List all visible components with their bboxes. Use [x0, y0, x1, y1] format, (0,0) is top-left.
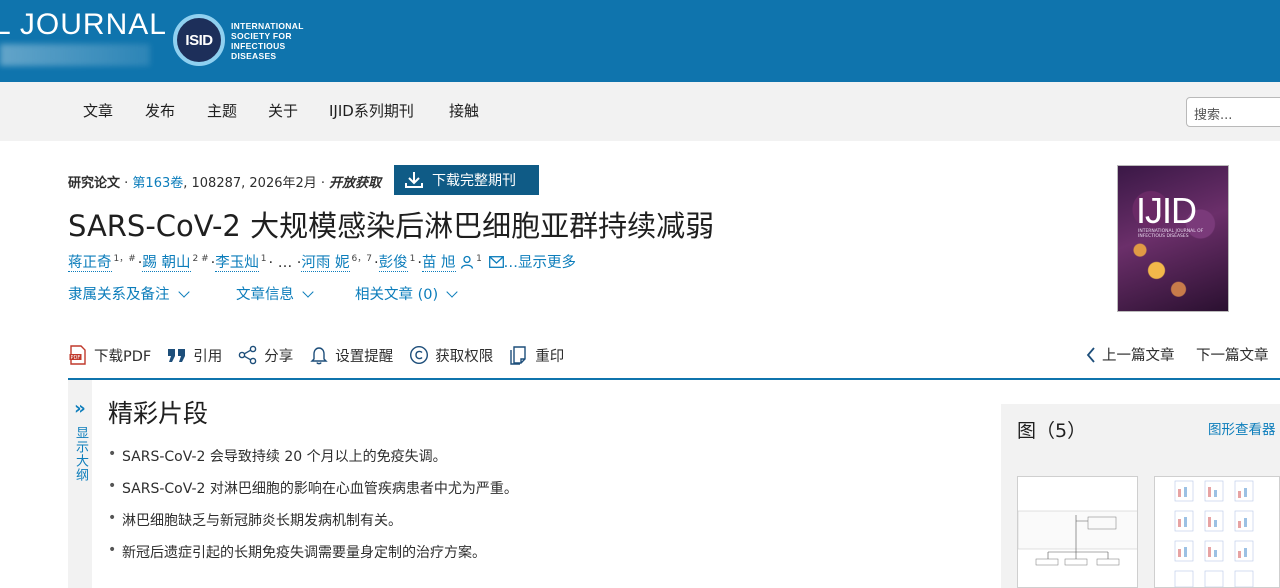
- highlight-item: 新冠后遗症引起的长期免疫失调需要量身定制的治疗方案。: [108, 542, 518, 574]
- article-info-toggle[interactable]: 文章信息: [236, 283, 314, 304]
- figures-panel: 图（5） 图形查看器: [1001, 404, 1280, 588]
- show-outline-label[interactable]: 显示大纲: [71, 426, 90, 482]
- copyright-icon: [409, 345, 429, 365]
- author-affiliation[interactable]: 6，7: [352, 254, 372, 264]
- highlight-item: SARS-CoV-2 会导致持续 20 个月以上的免疫失调。: [108, 446, 518, 478]
- article-meta: 研究论文 · 第163卷, 108287, 2026年2月 · 开放获取: [68, 172, 381, 191]
- author-link[interactable]: 河雨 妮: [301, 255, 350, 272]
- pdf-icon: PDF: [68, 345, 88, 365]
- cover-title: IJID: [1136, 190, 1197, 231]
- set-alert-label: 设置提醒: [335, 348, 394, 365]
- journal-banner: L JOURNAL ISID INTERNATIONAL SOCIETY FOR…: [0, 0, 1280, 82]
- next-article-label: 下一篇文章: [1196, 348, 1269, 364]
- author-affiliation[interactable]: 1: [261, 254, 267, 264]
- author-link[interactable]: 李玉灿: [215, 255, 259, 272]
- envelope-icon[interactable]: [488, 256, 504, 268]
- person-icon[interactable]: [460, 255, 474, 269]
- download-full-issue-button[interactable]: 下载完整期刊: [394, 165, 539, 195]
- nav-item-topics[interactable]: 主题: [207, 100, 237, 121]
- download-full-issue-label: 下载完整期刊: [432, 173, 516, 189]
- author-ellipsis: …: [277, 255, 293, 271]
- article-info-toggle-label: 文章信息: [236, 287, 294, 303]
- author-affiliation[interactable]: 2 #: [193, 254, 209, 264]
- highlights-heading: 精彩片段: [108, 399, 209, 428]
- previous-article-label: 上一篇文章: [1102, 348, 1175, 364]
- journal-wordmark-subtitle: [0, 44, 150, 66]
- get-permissions-label: 获取权限: [435, 348, 494, 365]
- cover-subtitle: INTERNATIONAL JOURNAL OF INFECTIOUS DISE…: [1138, 229, 1204, 239]
- reprint-button[interactable]: 重印: [509, 345, 564, 366]
- chevron-down-icon: [446, 285, 458, 298]
- author-list: 蒋正奇 1，# ·踢 朝山 2 # ·李玉灿 1 · … ·河雨 妮 6，7 ·彭俊 1 ·苗 旭 …: [68, 254, 577, 272]
- reprint-icon: [509, 345, 529, 365]
- author-affiliation[interactable]: 1: [476, 254, 482, 264]
- share-icon: [238, 345, 258, 365]
- nav-item-publish[interactable]: 发布: [145, 100, 175, 121]
- next-article-link[interactable]: 下一篇文章: [1196, 344, 1269, 365]
- highlights-list: SARS-CoV-2 会导致持续 20 个月以上的免疫失调。 SARS-CoV-…: [108, 446, 518, 574]
- chevron-down-icon: [302, 285, 314, 298]
- quote-icon: [167, 345, 187, 365]
- article-toolbar: PDF 下载PDF 引用 分享 设置提醒 获取权限 重印: [68, 342, 580, 368]
- article-title: SARS-CoV-2 大规模感染后淋巴细胞亚群持续减弱: [68, 209, 715, 243]
- author-link[interactable]: 踢 朝山: [142, 255, 191, 272]
- related-articles-toggle-label: 相关文章 (0): [355, 287, 439, 303]
- author-affiliation[interactable]: 1，#: [114, 254, 136, 264]
- journal-cover[interactable]: IJID INTERNATIONAL JOURNAL OF INFECTIOUS…: [1117, 165, 1229, 312]
- outline-rail[interactable]: » 显示大纲: [68, 380, 92, 588]
- cite-label: 引用: [193, 348, 223, 365]
- article-citation: , 108287, 2026年2月 ·: [183, 176, 330, 191]
- affiliations-toggle[interactable]: 隶属关系及备注: [68, 283, 190, 304]
- figure-thumbnail[interactable]: [1017, 476, 1138, 588]
- show-more-authors[interactable]: …显示更多: [504, 255, 577, 271]
- download-icon: [405, 172, 423, 188]
- download-pdf-button[interactable]: PDF 下载PDF: [68, 345, 151, 366]
- meta-separator: ·: [120, 176, 133, 191]
- previous-article-link[interactable]: 上一篇文章: [1086, 344, 1175, 365]
- svg-text:PDF: PDF: [71, 355, 81, 361]
- volume-link[interactable]: 第163卷: [132, 176, 183, 191]
- figure-viewer-link[interactable]: 图形查看器: [1208, 418, 1276, 438]
- author-link[interactable]: 彭俊: [378, 255, 408, 272]
- toolbar-divider: [68, 378, 1280, 380]
- main-nav: 文章 发布 主题 关于 IJID系列期刊 接触: [0, 82, 1280, 141]
- author-link[interactable]: 苗 旭: [421, 255, 456, 272]
- figures-heading: 图（5）: [1017, 420, 1087, 442]
- figure-thumbnail[interactable]: [1154, 476, 1280, 588]
- reprint-label: 重印: [535, 348, 565, 365]
- isid-logo[interactable]: ISID: [173, 14, 225, 66]
- cite-button[interactable]: 引用: [167, 345, 222, 366]
- share-label: 分享: [264, 348, 294, 365]
- double-chevron-right-icon[interactable]: »: [68, 398, 92, 419]
- affiliations-toggle-label: 隶属关系及备注: [68, 287, 170, 303]
- isid-logo-text: ISID: [185, 31, 213, 49]
- nav-item-articles[interactable]: 文章: [83, 100, 113, 121]
- share-button[interactable]: 分享: [238, 345, 293, 366]
- chevron-left-icon: [1086, 346, 1095, 363]
- nav-item-ijid-series[interactable]: IJID系列期刊: [329, 100, 414, 121]
- search-input[interactable]: 搜索...: [1186, 97, 1280, 127]
- related-articles-toggle[interactable]: 相关文章 (0): [355, 283, 458, 304]
- open-access-label: 开放获取: [329, 176, 382, 191]
- highlight-item: SARS-CoV-2 对淋巴细胞的影响在心血管疾病患者中尤为严重。: [108, 478, 518, 510]
- nav-item-about[interactable]: 关于: [268, 100, 298, 121]
- bell-icon: [309, 345, 329, 365]
- author-link[interactable]: 蒋正奇: [68, 255, 112, 272]
- author-affiliation[interactable]: 1: [410, 254, 416, 264]
- set-alert-button[interactable]: 设置提醒: [309, 345, 393, 366]
- flowchart-thumbnail-image: [1018, 510, 1137, 566]
- download-pdf-label: 下载PDF: [94, 348, 152, 365]
- article-type: 研究论文: [68, 176, 121, 191]
- show-more-label: 显示更多: [518, 255, 576, 271]
- box-plot-thumbnail-image: [1174, 480, 1254, 587]
- chevron-down-icon: [177, 285, 190, 298]
- society-name: INTERNATIONAL SOCIETY FOR INFECTIOUS DIS…: [231, 21, 304, 61]
- highlight-item: 淋巴细胞缺乏与新冠肺炎长期发病机制有关。: [108, 510, 518, 542]
- journal-wordmark[interactable]: L JOURNAL: [0, 8, 167, 42]
- nav-item-contact[interactable]: 接触: [449, 100, 479, 121]
- get-permissions-button[interactable]: 获取权限: [409, 345, 493, 366]
